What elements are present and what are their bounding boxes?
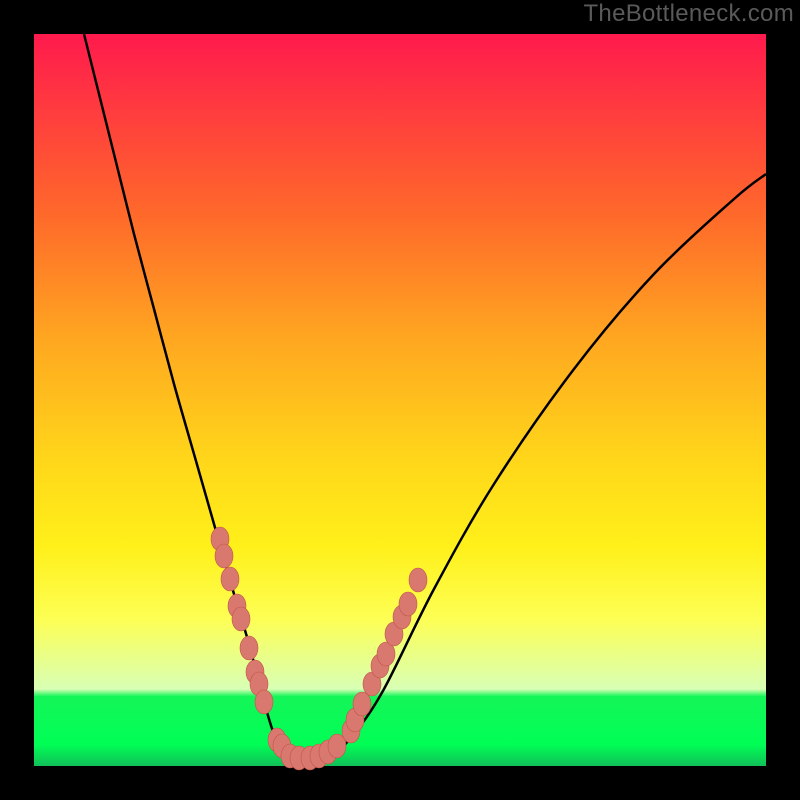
data-marker bbox=[240, 636, 258, 660]
marker-group bbox=[211, 527, 427, 770]
data-marker bbox=[215, 544, 233, 568]
chart-frame: TheBottleneck.com bbox=[0, 0, 800, 800]
curve-svg bbox=[34, 34, 766, 766]
data-marker bbox=[353, 692, 371, 716]
data-marker bbox=[221, 567, 239, 591]
plot-area bbox=[34, 34, 766, 766]
bottleneck-curve bbox=[84, 34, 766, 760]
data-marker bbox=[399, 592, 417, 616]
attribution-text: TheBottleneck.com bbox=[583, 0, 794, 28]
data-marker bbox=[409, 568, 427, 592]
data-marker bbox=[255, 690, 273, 714]
data-marker bbox=[232, 607, 250, 631]
